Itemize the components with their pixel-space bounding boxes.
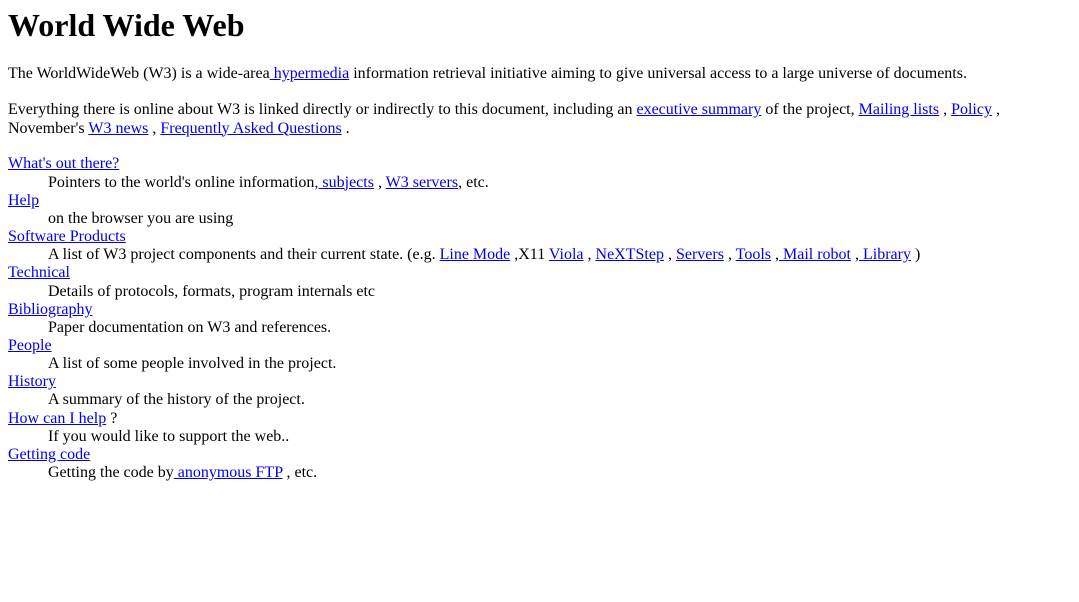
link-line-mode[interactable]: Line Mode: [440, 246, 511, 263]
link-policy[interactable]: Policy: [951, 101, 992, 118]
intro-text-2e: ,: [148, 119, 161, 137]
link-mail-robot[interactable]: Mail robot: [779, 246, 851, 263]
link-help[interactable]: Help: [8, 192, 39, 209]
desc-people: A list of some people involved in the pr…: [48, 355, 337, 373]
link-servers[interactable]: Servers: [676, 246, 724, 263]
link-executive-summary[interactable]: executive summary: [636, 101, 761, 118]
intro-paragraph-1: The WorldWideWeb (W3) is a wide-area hyp…: [8, 65, 1071, 84]
term-technical: Technical: [8, 264, 1071, 282]
desc-text-0b: ,: [373, 173, 386, 191]
link-mailing-lists[interactable]: Mailing lists: [859, 101, 939, 118]
desc-text-0c: , etc.: [458, 173, 489, 191]
desc-text-2a: A list of W3 project components and thei…: [48, 246, 440, 264]
intro-paragraph-2: Everything there is online about W3 is l…: [8, 101, 1071, 139]
term-history: History: [8, 373, 1071, 391]
desc-bibliography: Paper documentation on W3 and references…: [48, 318, 332, 336]
term-how-can-i-help: How can I help ?: [8, 410, 1071, 428]
desc-text-2b: ,X11: [510, 246, 549, 264]
term-help: Help: [8, 192, 1071, 210]
desc-text-2c: ,: [583, 246, 596, 264]
term-people: People: [8, 337, 1071, 355]
link-anonymous-ftp[interactable]: anonymous FTP: [174, 464, 283, 481]
link-bibliography[interactable]: Bibliography: [8, 301, 92, 318]
desc-text-2h: ): [910, 246, 921, 264]
desc-whats-out-there: Pointers to the world's online informati…: [48, 174, 1071, 192]
desc-text-0a: Pointers to the world's online informati…: [48, 173, 315, 191]
term-whats-out-there: What's out there?: [8, 155, 1071, 173]
link-whats-out-there[interactable]: What's out there?: [8, 155, 119, 172]
term-software-products: Software Products: [8, 228, 1071, 246]
link-w3-servers[interactable]: W3 servers: [386, 174, 458, 191]
link-how-can-i-help[interactable]: How can I help: [8, 410, 106, 427]
desc-text-8b: , etc.: [282, 464, 318, 482]
term-getting-code: Getting code: [8, 446, 1071, 464]
link-technical[interactable]: Technical: [8, 264, 70, 281]
page-title: World Wide Web: [8, 7, 245, 43]
intro-text-2f: .: [341, 119, 350, 137]
intro-text-2a: Everything there is online about W3 is l…: [8, 100, 637, 118]
term-suffix-how-can-i-help: ?: [106, 409, 118, 427]
desc-technical: Details of protocols, formats, program i…: [48, 282, 376, 300]
link-people[interactable]: People: [8, 337, 52, 354]
link-nextstep[interactable]: NeXTStep: [596, 246, 664, 263]
desc-text-2d: ,: [663, 246, 676, 264]
link-w3-news[interactable]: W3 news: [88, 120, 148, 137]
desc-history: A summary of the history of the project.: [48, 391, 305, 409]
intro-text-1b: information retrieval initiative aiming …: [349, 64, 967, 82]
desc-getting-code: Getting the code by anonymous FTP , etc.: [48, 464, 1071, 482]
desc-text-8a: Getting the code by: [48, 464, 174, 482]
intro-text-2b: of the project,: [761, 100, 859, 118]
desc-how-can-i-help: If you would like to support the web..: [48, 427, 290, 445]
link-getting-code[interactable]: Getting code: [8, 446, 90, 463]
desc-software-products: A list of W3 project components and thei…: [48, 246, 1071, 264]
link-subjects[interactable]: , subjects: [314, 174, 374, 191]
desc-text-2f: ,: [770, 246, 779, 264]
link-faq[interactable]: Frequently Asked Questions: [160, 120, 341, 137]
desc-text-2g: ,: [850, 246, 859, 264]
intro-text-2c: ,: [939, 100, 952, 118]
desc-text-2e: ,: [723, 246, 736, 264]
link-hypermedia[interactable]: hypermedia: [270, 65, 350, 82]
link-tools[interactable]: Tools: [736, 246, 771, 263]
link-software-products[interactable]: Software Products: [8, 228, 126, 245]
desc-help: on the browser you are using: [48, 209, 234, 227]
term-bibliography: Bibliography: [8, 301, 1071, 319]
link-library[interactable]: Library: [859, 246, 911, 263]
document-body: World Wide Web The WorldWideWeb (W3) is …: [0, 0, 1079, 490]
intro-text-1a: The WorldWideWeb (W3) is a wide-area: [8, 64, 270, 82]
link-viola[interactable]: Viola: [549, 246, 584, 263]
topics-definition-list: What's out there? Pointers to the world'…: [8, 155, 1071, 482]
link-history[interactable]: History: [8, 373, 56, 390]
